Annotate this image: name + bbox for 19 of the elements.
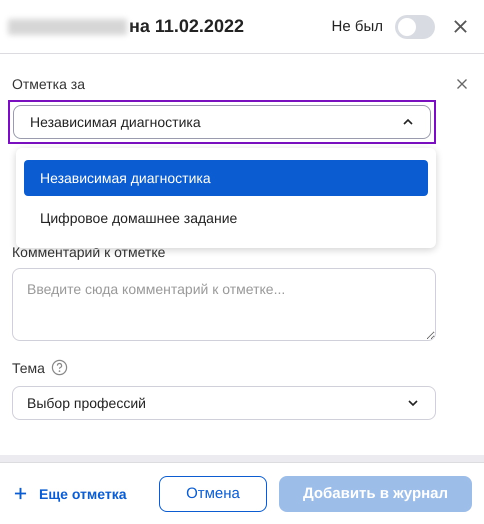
close-icon[interactable] [453, 19, 468, 34]
chevron-icon [402, 118, 414, 126]
remove-icon[interactable] [456, 78, 468, 90]
field-label: Тема [12, 360, 45, 376]
absent-toggle[interactable] [395, 14, 435, 38]
dropdown-option[interactable]: Независимая диагностика [24, 160, 428, 196]
absent-label: Не был [332, 18, 383, 35]
add-mark-link[interactable]: Еще отметка [14, 486, 126, 502]
dropdown-option[interactable]: Цифровое домашнее задание [24, 200, 428, 236]
comment-field[interactable]: Введите сюда комментарий к отметке... [12, 268, 436, 341]
field-label: Отметка за [12, 76, 85, 92]
mark-type-select[interactable]: Независимая диагностика [13, 105, 431, 139]
plus-icon [14, 487, 27, 500]
dialog-title: на 11.02.2022 [129, 16, 244, 37]
topic-select[interactable]: Выбор профессий [12, 386, 436, 420]
chevron-icon [407, 399, 419, 407]
field-label: Комментарий к отметке [12, 244, 166, 260]
help-icon[interactable] [50, 359, 68, 376]
cancel-button[interactable]: Отмена [159, 476, 267, 512]
